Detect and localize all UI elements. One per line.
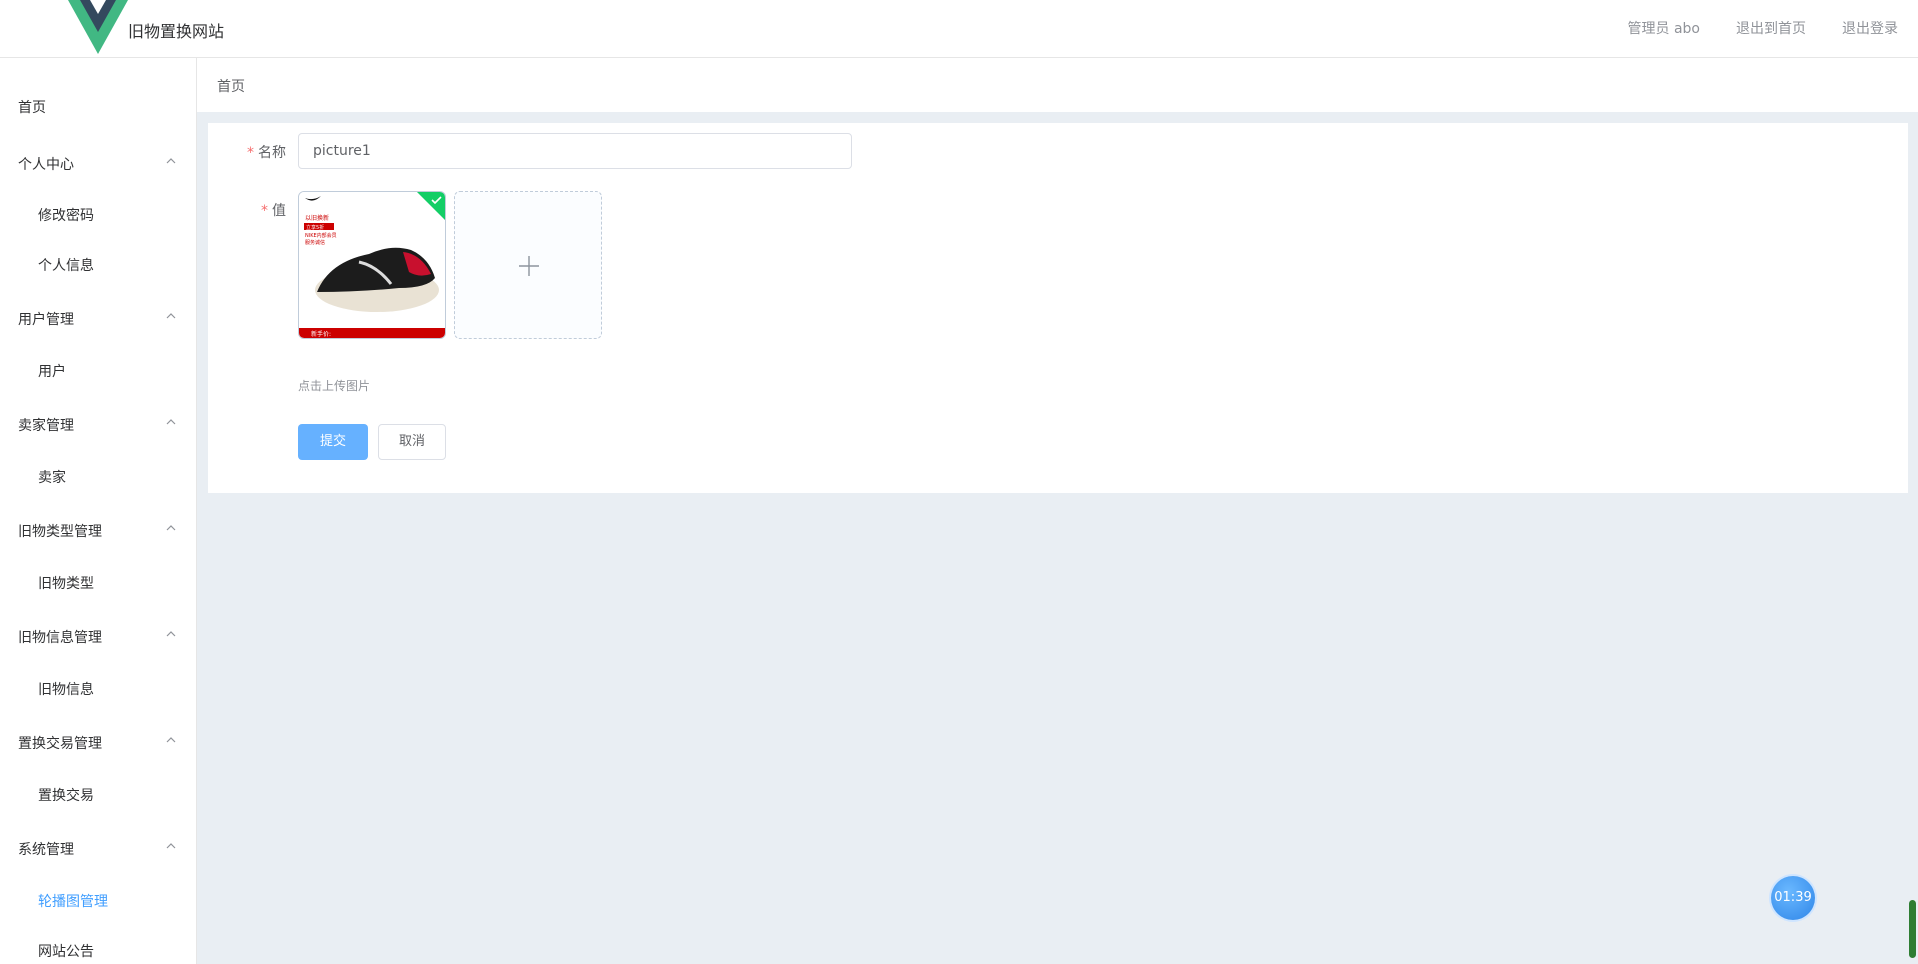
uploaded-image-thumbnail[interactable]: 以旧换新 立享5折 NIKE内部会员 服务诚信 新手价: [298,191,446,339]
chevron-up-icon [166,843,176,849]
sidebar-item-change-password[interactable]: 修改密码 [38,205,94,225]
sidebar-group-item-type-management[interactable]: 旧物类型管理 [18,521,102,541]
breadcrumb-bar: 首页 [197,58,1918,112]
sidebar-item-users[interactable]: 用户 [38,361,66,381]
sidebar-group-seller-management[interactable]: 卖家管理 [18,415,74,435]
chevron-up-icon [166,631,176,637]
chevron-up-icon [166,158,176,164]
name-label: * 名称 [247,145,286,161]
sidebar-item-item-types[interactable]: 旧物类型 [38,573,94,593]
name-input[interactable]: picture1 [298,133,852,169]
admin-user-link[interactable]: 管理员 abo [1628,18,1700,38]
floating-timer-badge[interactable]: 01:39 [1771,876,1815,920]
chevron-up-icon [166,313,176,319]
sidebar-item-site-announcements[interactable]: 网站公告 [38,941,94,961]
top-header: 旧物置换网站 管理员 abo 退出到首页 退出登录 [0,0,1918,58]
required-asterisk: * [247,145,254,161]
required-asterisk: * [261,203,268,219]
breadcrumb[interactable]: 首页 [217,76,245,96]
sidebar-group-exchange-management[interactable]: 置换交易管理 [18,733,102,753]
sidebar-item-item-info[interactable]: 旧物信息 [38,679,94,699]
promo-text: 服务诚信 [305,239,325,246]
sidebar-item-personal-info[interactable]: 个人信息 [38,255,94,275]
upload-success-check-icon [417,192,445,220]
plus-icon [519,256,539,276]
edit-form-card: * 名称 picture1 * 值 以旧换新 立享5折 NIKE内部会员 服务诚信 … [208,123,1908,493]
upload-hint: 点击上传图片 [298,379,371,393]
sidebar-group-system-management[interactable]: 系统管理 [18,839,74,859]
sidebar: 首页 个人中心 修改密码 个人信息 用户管理 用户 卖家管理 卖家 旧物类型管理… [0,58,197,964]
value-label: * 值 [261,203,286,219]
scroll-indicator[interactable] [1909,900,1916,958]
sidebar-item-carousel-management[interactable]: 轮播图管理 [38,891,108,911]
submit-button[interactable]: 提交 [298,424,368,460]
promo-text: 新手价: [311,330,331,338]
chevron-up-icon [166,737,176,743]
promo-text: NIKE内部会员 [305,232,337,239]
promo-text: 立享5折 [306,224,324,231]
header-links: 管理员 abo 退出到首页 退出登录 [1628,18,1898,38]
upload-image-button[interactable] [454,191,602,339]
site-title: 旧物置换网站 [128,22,225,41]
chevron-up-icon [166,419,176,425]
sidebar-item-sellers[interactable]: 卖家 [38,467,66,487]
sidebar-item-home[interactable]: 首页 [18,97,46,117]
sidebar-group-item-info-management[interactable]: 旧物信息管理 [18,627,102,647]
promo-text: 以旧换新 [305,214,329,222]
cancel-button[interactable]: 取消 [378,424,446,460]
chevron-up-icon [166,525,176,531]
sidebar-item-exchanges[interactable]: 置换交易 [38,785,94,805]
sidebar-group-personal-center[interactable]: 个人中心 [18,154,74,174]
sidebar-group-user-management[interactable]: 用户管理 [18,309,74,329]
back-to-home-link[interactable]: 退出到首页 [1736,18,1806,38]
vue-logo-icon [68,0,128,54]
logout-link[interactable]: 退出登录 [1842,18,1898,38]
